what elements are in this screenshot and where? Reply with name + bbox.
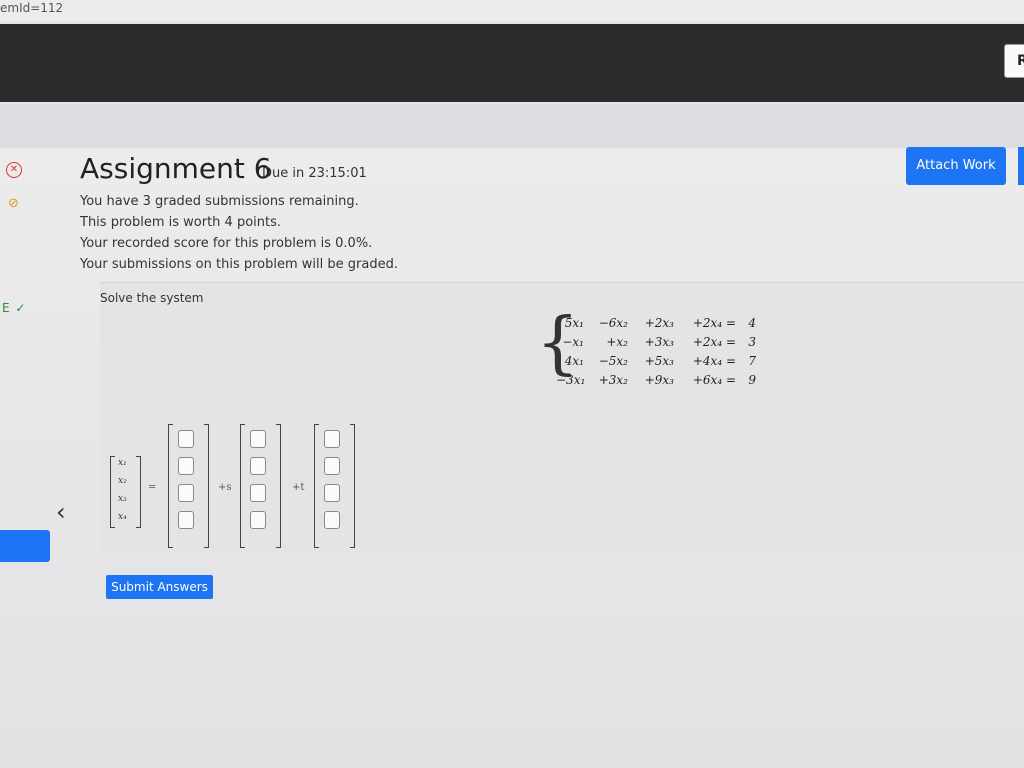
sub-navigation-bar <box>0 104 1024 148</box>
incorrect-status-icon[interactable]: ✕ <box>6 162 22 178</box>
vector-t-entry-2[interactable] <box>324 457 340 475</box>
info-points: This problem is worth 4 points. <box>80 215 281 230</box>
problem-prompt: Solve the system <box>100 291 204 305</box>
due-countdown: Due in 23:15:01 <box>262 166 367 181</box>
bracket-left <box>240 424 245 548</box>
chevron-left-icon[interactable]: ‹ <box>56 498 66 526</box>
url-strip: emId=112 <box>0 0 1024 22</box>
info-graded: Your submissions on this problem will be… <box>80 257 398 272</box>
param-s-label: +s <box>218 482 232 493</box>
url-fragment: emId=112 <box>0 1 64 15</box>
vector-s-entry-4[interactable] <box>250 511 266 529</box>
edge-blue-button[interactable] <box>1018 147 1024 185</box>
unknown-x4: x₄ <box>118 512 127 522</box>
top-navigation-bar <box>0 24 1024 102</box>
bracket-right <box>204 424 209 548</box>
sidebar-item-e-label: E <box>2 301 11 315</box>
bracket-left <box>168 424 173 548</box>
page-title: Assignment 6 <box>80 152 272 185</box>
vector0-entry-3[interactable] <box>178 484 194 502</box>
vector-s-entry-3[interactable] <box>250 484 266 502</box>
partial-status-icon[interactable]: ⊘ <box>8 196 19 211</box>
bracket-right <box>276 424 281 548</box>
unknown-x1: x₁ <box>118 458 127 468</box>
bracket-right <box>136 456 141 528</box>
vector0-entry-2[interactable] <box>178 457 194 475</box>
unknown-x3: x₃ <box>118 494 127 504</box>
bracket-left <box>314 424 319 548</box>
attach-work-button[interactable]: Attach Work <box>906 147 1006 185</box>
bracket-right <box>350 424 355 548</box>
sidebar-blue-button[interactable] <box>0 530 50 562</box>
vector0-entry-1[interactable] <box>178 430 194 448</box>
vector-t-entry-1[interactable] <box>324 430 340 448</box>
top-right-button[interactable]: R <box>1004 44 1024 78</box>
submit-answers-button[interactable]: Submit Answers <box>106 575 213 599</box>
vector-s-entry-1[interactable] <box>250 430 266 448</box>
vector-t-entry-3[interactable] <box>324 484 340 502</box>
vector-s-entry-2[interactable] <box>250 457 266 475</box>
info-score: Your recorded score for this problem is … <box>80 236 373 251</box>
unknown-x2: x₂ <box>118 476 127 486</box>
info-submissions: You have 3 graded submissions remaining. <box>80 194 359 209</box>
check-icon: ✓ <box>10 301 27 315</box>
vector-t-entry-4[interactable] <box>324 511 340 529</box>
equals-sign: = <box>148 482 157 493</box>
param-t-label: +t <box>292 482 305 493</box>
vector0-entry-4[interactable] <box>178 511 194 529</box>
bracket-left <box>110 456 115 528</box>
sidebar-item-e[interactable]: E ✓ <box>2 301 26 315</box>
